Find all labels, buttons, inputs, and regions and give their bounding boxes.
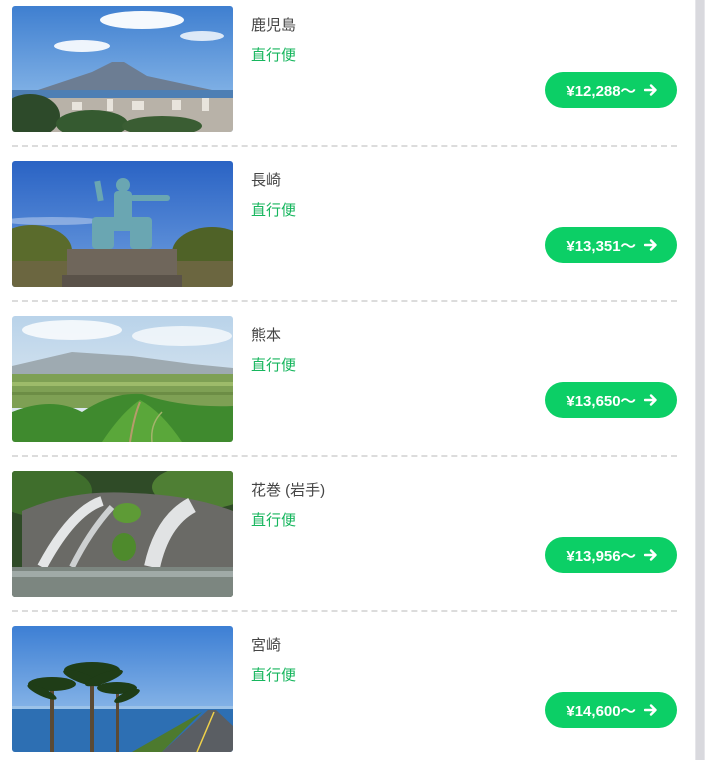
destination-photo[interactable] bbox=[12, 316, 233, 442]
price-button[interactable]: ¥13,956〜 bbox=[545, 537, 677, 573]
city-name: 熊本 bbox=[251, 327, 282, 344]
price-button[interactable]: ¥12,288〜 bbox=[545, 72, 677, 108]
flight-type-label: 直行便 bbox=[251, 47, 297, 64]
price-label: ¥13,351〜 bbox=[566, 237, 636, 255]
destination-photo[interactable] bbox=[12, 161, 233, 287]
divider bbox=[12, 610, 677, 612]
price-label: ¥12,288〜 bbox=[566, 82, 636, 100]
price-label: ¥13,650〜 bbox=[566, 392, 636, 410]
destination-photo[interactable] bbox=[12, 471, 233, 597]
aso-hills-photo-image bbox=[12, 316, 233, 442]
divider bbox=[12, 300, 677, 302]
divider bbox=[12, 455, 677, 457]
price-label: ¥13,956〜 bbox=[566, 547, 636, 565]
arrow-right-icon bbox=[643, 703, 658, 717]
city-name: 花巻 (岩手) bbox=[251, 482, 326, 499]
price-button[interactable]: ¥14,600〜 bbox=[545, 692, 677, 728]
city-name: 長崎 bbox=[251, 172, 282, 189]
arrow-right-icon bbox=[643, 238, 658, 252]
city-name: 宮崎 bbox=[251, 637, 282, 654]
list-item[interactable]: 長崎 直行便 ¥13,351〜 bbox=[12, 161, 677, 287]
flight-type-label: 直行便 bbox=[251, 202, 297, 219]
divider bbox=[12, 145, 677, 147]
arrow-right-icon bbox=[643, 393, 658, 407]
peace-statue-photo-image bbox=[12, 161, 233, 287]
destination-photo[interactable] bbox=[12, 626, 233, 752]
list-item[interactable]: 花巻 (岩手) 直行便 ¥13,956〜 bbox=[12, 471, 677, 597]
destination-photo[interactable] bbox=[12, 6, 233, 132]
price-label: ¥14,600〜 bbox=[566, 702, 636, 720]
vertical-scrollbar[interactable] bbox=[695, 0, 705, 760]
flight-type-label: 直行便 bbox=[251, 667, 297, 684]
list-item[interactable]: 熊本 直行便 ¥13,650〜 bbox=[12, 316, 677, 442]
price-button[interactable]: ¥13,351〜 bbox=[545, 227, 677, 263]
list-item[interactable]: 鹿児島 直行便 ¥12,288〜 bbox=[12, 6, 677, 132]
scrollbar-thumb[interactable] bbox=[696, 0, 704, 760]
city-name: 鹿児島 bbox=[251, 17, 297, 34]
sakurajima-photo-image bbox=[12, 6, 233, 132]
arrow-right-icon bbox=[643, 83, 658, 97]
list-item[interactable]: 宮崎 直行便 ¥14,600〜 bbox=[12, 626, 677, 752]
palm-coast-photo-image bbox=[12, 626, 233, 752]
arrow-right-icon bbox=[643, 548, 658, 562]
price-button[interactable]: ¥13,650〜 bbox=[545, 382, 677, 418]
flight-type-label: 直行便 bbox=[251, 357, 297, 374]
waterfall-photo-image bbox=[12, 471, 233, 597]
flight-type-label: 直行便 bbox=[251, 512, 297, 529]
